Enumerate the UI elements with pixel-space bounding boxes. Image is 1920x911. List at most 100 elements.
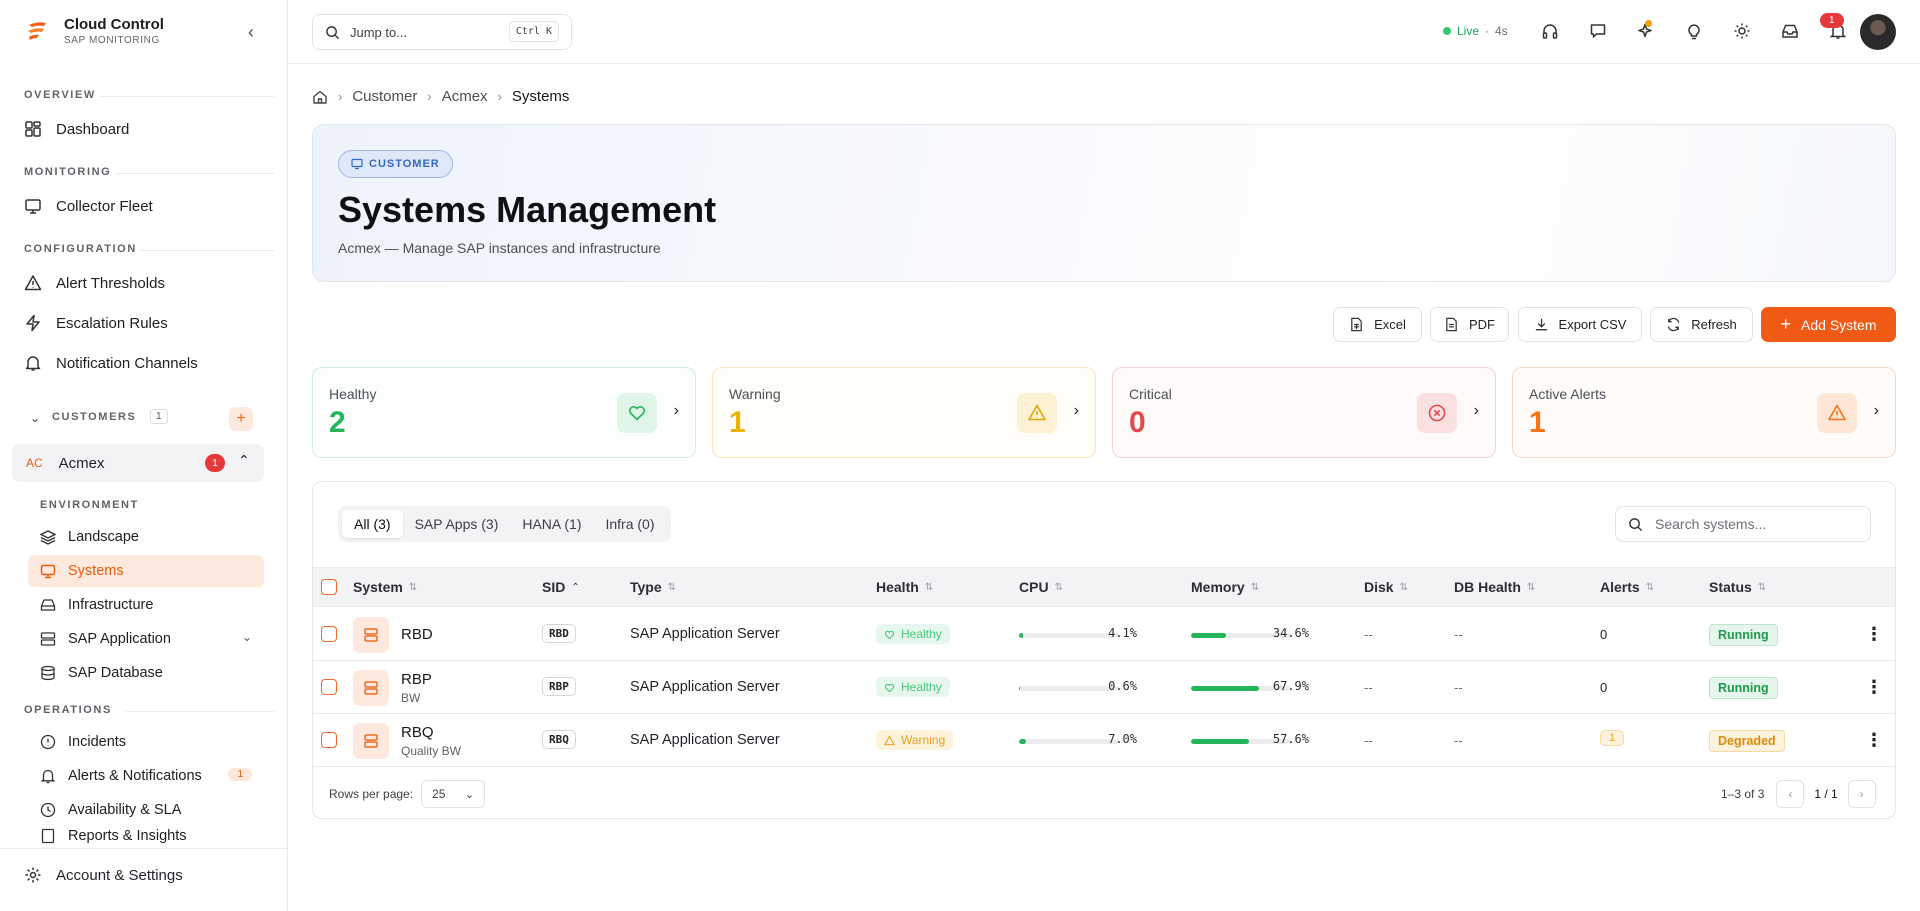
- memory-value: 57.6%: [1272, 732, 1309, 746]
- message-icon[interactable]: [1588, 21, 1608, 41]
- col-memory[interactable]: Memory ⇅: [1191, 579, 1259, 595]
- select-all-checkbox[interactable]: [321, 579, 337, 595]
- stat-healthy[interactable]: Healthy 2 ›: [312, 367, 696, 458]
- row-checkbox[interactable]: [321, 626, 337, 642]
- excel-button[interactable]: Excel: [1333, 307, 1422, 342]
- nav-systems[interactable]: Systems: [28, 555, 264, 587]
- export-csv-button[interactable]: Export CSV: [1518, 307, 1642, 342]
- alerts-count-badge[interactable]: 1: [1600, 730, 1625, 746]
- refresh-button[interactable]: Refresh: [1650, 307, 1753, 342]
- search-systems-input[interactable]: Search systems...: [1615, 506, 1871, 542]
- row-checkbox[interactable]: [321, 679, 337, 695]
- col-db-health[interactable]: DB Health ⇅: [1454, 579, 1535, 595]
- nav-landscape[interactable]: Landscape: [28, 521, 264, 553]
- cpu-value: 7.0%: [1108, 732, 1137, 746]
- customer-name: Acmex: [58, 454, 105, 472]
- nav-notification-channels-label: Notification Channels: [56, 354, 198, 372]
- nav-reports-insights[interactable]: Reports & Insights: [28, 828, 264, 846]
- breadcrumb-customer[interactable]: Customer: [352, 88, 417, 105]
- breadcrumb-acmex[interactable]: Acmex: [442, 88, 488, 105]
- pdf-button[interactable]: PDF: [1430, 307, 1509, 342]
- row-menu-kebab-icon[interactable]: ⋮: [1865, 624, 1883, 645]
- row-menu-kebab-icon[interactable]: ⋮: [1865, 730, 1883, 751]
- prev-page-chevron-icon[interactable]: ‹: [1776, 780, 1805, 808]
- tab-hana[interactable]: HANA (1): [510, 510, 593, 538]
- collapse-sidebar-chevron-icon[interactable]: ‹: [248, 22, 254, 43]
- table-row[interactable]: RBD RBD SAP Application Server Healthy 4…: [313, 608, 1895, 661]
- col-sid[interactable]: SID ⌃: [542, 579, 580, 595]
- customer-acmex[interactable]: AC Acmex 1 ⌃: [12, 444, 264, 482]
- system-name[interactable]: RBD: [401, 626, 433, 643]
- nav-alerts-notifications[interactable]: Alerts & Notifications 1: [28, 760, 264, 792]
- customer-collapse-chevron-icon[interactable]: ⌃: [238, 452, 250, 469]
- nav-systems-label: Systems: [68, 563, 124, 579]
- pagination-page: 1 / 1: [1814, 787, 1838, 801]
- add-system-button[interactable]: + Add System: [1761, 307, 1896, 342]
- tab-all[interactable]: All (3): [342, 510, 403, 538]
- nav-collector-fleet[interactable]: Collector Fleet: [24, 193, 153, 219]
- nav-infrastructure[interactable]: Infrastructure: [28, 589, 264, 621]
- nav-sap-database[interactable]: SAP Database: [28, 657, 264, 689]
- heart-icon: [617, 393, 657, 433]
- brand[interactable]: Cloud Control SAP MONITORING: [24, 16, 164, 46]
- excel-label: Excel: [1374, 317, 1406, 332]
- col-health[interactable]: Health ⇅: [876, 579, 933, 595]
- stat-critical-label: Critical: [1129, 386, 1172, 402]
- stat-warning[interactable]: Warning 1 ›: [712, 367, 1096, 458]
- row-menu-kebab-icon[interactable]: ⋮: [1865, 677, 1883, 698]
- disk-value: --: [1364, 627, 1373, 642]
- add-customer-plus-icon[interactable]: +: [229, 407, 253, 431]
- inbox-icon[interactable]: [1780, 21, 1800, 41]
- lightbulb-icon[interactable]: [1684, 21, 1704, 41]
- nav-alert-thresholds-label: Alert Thresholds: [56, 274, 165, 292]
- headphones-icon[interactable]: [1540, 21, 1560, 41]
- stat-active-alerts[interactable]: Active Alerts 1 ›: [1512, 367, 1896, 458]
- alerts-count: 0: [1600, 627, 1608, 642]
- col-alerts[interactable]: Alerts ⇅: [1600, 579, 1654, 595]
- table-row[interactable]: RBP BW RBP SAP Application Server Health…: [313, 661, 1895, 714]
- table-row[interactable]: RBQ Quality BW RBQ SAP Application Serve…: [313, 714, 1895, 767]
- nav-escalation-rules[interactable]: Escalation Rules: [24, 310, 168, 336]
- bell-ring-icon: [40, 769, 56, 784]
- nav-alert-thresholds[interactable]: Alert Thresholds: [24, 270, 165, 296]
- nav-dashboard[interactable]: Dashboard: [24, 116, 129, 142]
- user-avatar[interactable]: [1860, 14, 1896, 50]
- server-icon: [353, 723, 389, 759]
- nav-notification-channels[interactable]: Notification Channels: [24, 350, 198, 376]
- sun-icon[interactable]: [1732, 21, 1752, 41]
- alerts-count: 0: [1600, 680, 1608, 695]
- stat-critical[interactable]: Critical 0 ›: [1112, 367, 1496, 458]
- system-name[interactable]: RBQ: [401, 724, 434, 741]
- section-overview: OVERVIEW: [24, 89, 274, 101]
- customers-collapse-chevron-icon[interactable]: ⌄: [30, 411, 40, 425]
- col-type[interactable]: Type ⇅: [630, 579, 676, 595]
- col-status[interactable]: Status ⇅: [1709, 579, 1766, 595]
- chevron-down-icon[interactable]: ⌄: [242, 630, 252, 644]
- tab-sap-apps[interactable]: SAP Apps (3): [403, 510, 511, 538]
- home-icon[interactable]: [312, 89, 328, 105]
- nav-availability-sla[interactable]: Availability & SLA: [28, 794, 264, 826]
- nav-incidents[interactable]: Incidents: [28, 726, 264, 758]
- rows-per-page-select[interactable]: 25 ⌄: [421, 780, 486, 808]
- plus-icon: +: [1780, 314, 1792, 334]
- row-checkbox[interactable]: [321, 732, 337, 748]
- live-label: Live: [1457, 24, 1480, 38]
- sort-asc-icon: ⌃: [571, 581, 580, 593]
- db-health-value: --: [1454, 733, 1463, 748]
- alerts-notifications-badge: 1: [228, 768, 252, 781]
- live-separator: ·: [1485, 24, 1490, 38]
- system-name[interactable]: RBP: [401, 671, 432, 688]
- stat-warning-label: Warning: [729, 386, 781, 402]
- nav-account-settings[interactable]: Account & Settings: [24, 866, 183, 884]
- section-customers[interactable]: CUSTOMERS: [52, 411, 136, 423]
- col-disk[interactable]: Disk ⇅: [1364, 579, 1408, 595]
- col-cpu[interactable]: CPU ⇅: [1019, 579, 1063, 595]
- section-monitoring: MONITORING: [24, 166, 274, 178]
- col-system[interactable]: System ⇅: [353, 579, 417, 595]
- nav-sap-application[interactable]: SAP Application ⌄: [28, 623, 264, 655]
- tab-infra[interactable]: Infra (0): [593, 510, 666, 538]
- nav-availability-sla-label: Availability & SLA: [68, 802, 182, 818]
- next-page-chevron-icon[interactable]: ›: [1847, 780, 1876, 808]
- monitor-icon: [25, 199, 41, 214]
- jump-to-search[interactable]: Jump to... Ctrl K: [312, 14, 572, 50]
